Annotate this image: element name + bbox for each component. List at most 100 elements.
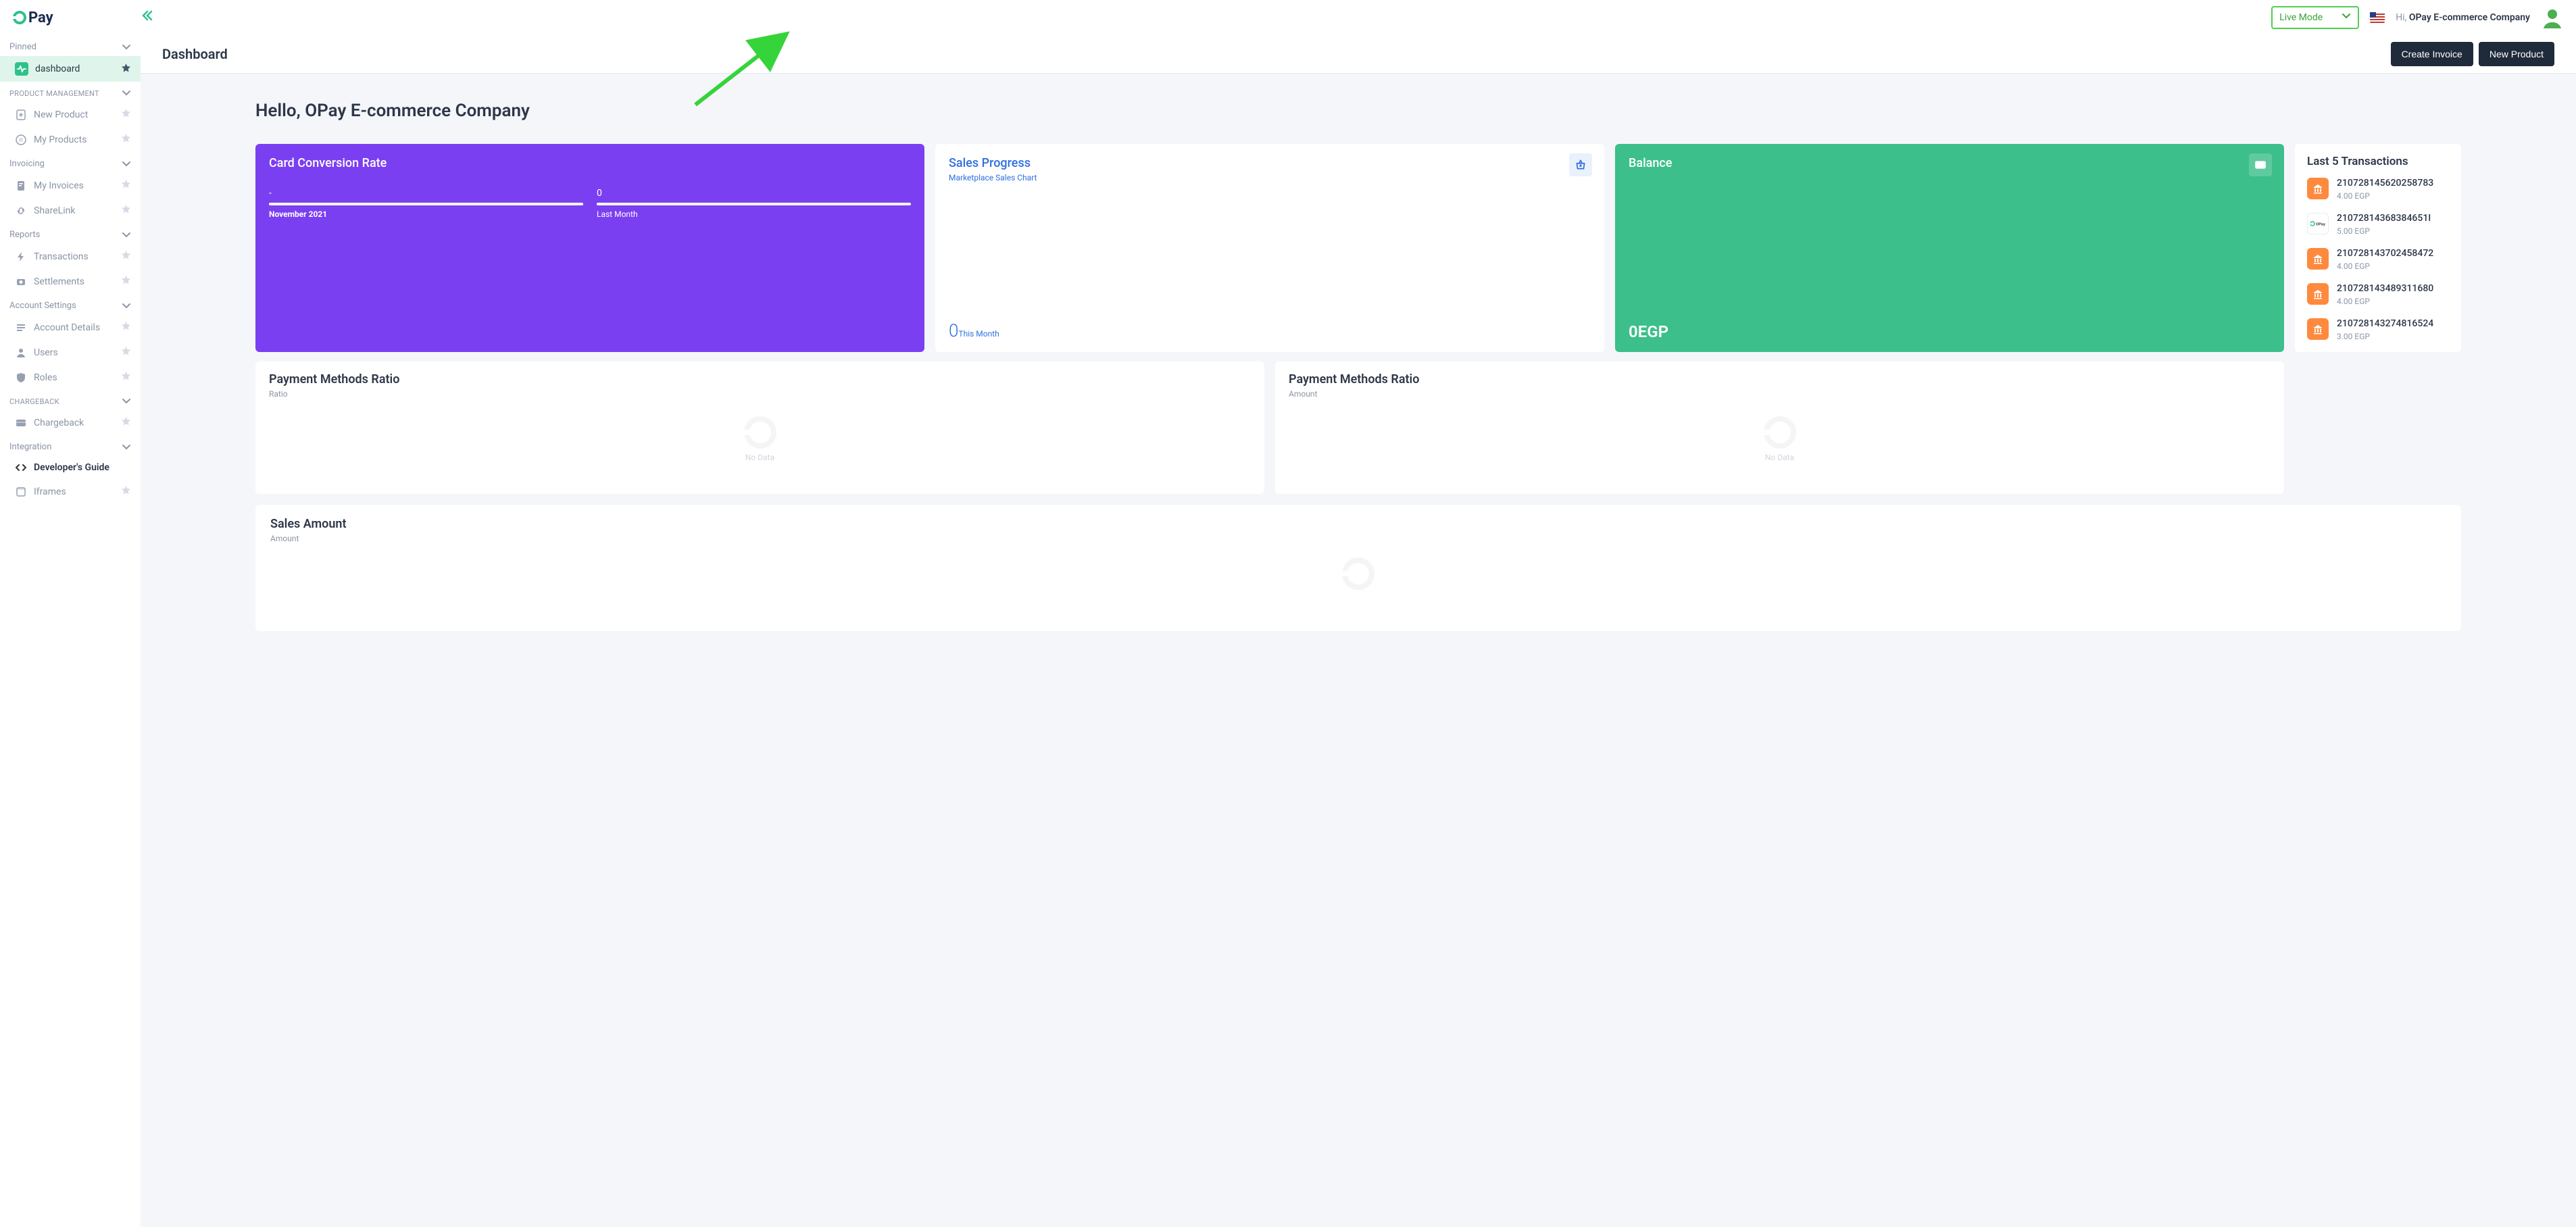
bank-icon bbox=[2307, 248, 2329, 270]
transaction-row[interactable]: 2107281437024584724.00 EGP bbox=[2307, 248, 2449, 271]
transaction-id: 210728143274816524 bbox=[2337, 318, 2433, 329]
chevron-down-icon bbox=[2342, 11, 2351, 24]
main: Dashboard Create Invoice New Product Hel… bbox=[141, 35, 2576, 1227]
user-icon bbox=[15, 347, 27, 358]
panel-title: Payment Methods Ratio bbox=[269, 372, 1251, 386]
transaction-id: 21072814368384651I bbox=[2337, 213, 2431, 224]
star-icon[interactable] bbox=[121, 63, 131, 76]
invoice-icon bbox=[15, 180, 27, 191]
mode-label: Live Mode bbox=[2279, 12, 2323, 23]
nodata-icon bbox=[1342, 557, 1374, 590]
star-icon[interactable] bbox=[121, 485, 131, 498]
hello-heading: Hello, OPay E-commerce Company bbox=[255, 101, 2461, 121]
locale-flag-icon[interactable] bbox=[2370, 12, 2385, 23]
nodata-icon bbox=[744, 416, 776, 449]
sidebar-item-iframes[interactable]: Iframes bbox=[0, 479, 141, 504]
transaction-amount: 3.00 EGP bbox=[2337, 332, 2433, 341]
transaction-amount: 4.00 EGP bbox=[2337, 297, 2433, 306]
transaction-row[interactable]: OPay 21072814368384651I 5.00 EGP bbox=[2307, 213, 2449, 236]
iframe-icon bbox=[15, 486, 27, 497]
sidebar-item-my-products[interactable]: My Products bbox=[0, 127, 141, 152]
mode-selector[interactable]: Live Mode bbox=[2271, 6, 2359, 29]
card-subtitle: Marketplace Sales Chart bbox=[949, 173, 1591, 182]
topbar: Pay Live Mode Hi, OPay E-commerce Compan… bbox=[0, 0, 2576, 35]
star-icon[interactable] bbox=[121, 179, 131, 192]
brand-logo: Pay bbox=[12, 9, 53, 26]
sidebar-section-invoicing[interactable]: Invoicing bbox=[0, 152, 141, 173]
transaction-amount: 5.00 EGP bbox=[2337, 226, 2431, 236]
page-title: Dashboard bbox=[162, 46, 228, 62]
sidebar-section-product-management[interactable]: PRODUCT MANAGEMENT bbox=[0, 82, 141, 102]
chevron-down-icon bbox=[122, 230, 131, 240]
bank-icon bbox=[2307, 178, 2329, 199]
star-icon[interactable] bbox=[121, 346, 131, 359]
sidebar-item-chargeback[interactable]: Chargeback bbox=[0, 410, 141, 435]
transaction-row[interactable]: 2107281434893116804.00 EGP bbox=[2307, 283, 2449, 306]
chevron-down-icon bbox=[122, 443, 131, 452]
chevron-down-icon bbox=[122, 89, 131, 98]
brand-text: Pay bbox=[28, 9, 53, 26]
sidebar-section-account-settings[interactable]: Account Settings bbox=[0, 294, 141, 315]
panel-title: Payment Methods Ratio bbox=[1289, 372, 2271, 386]
sidebar-item-sharelink[interactable]: ShareLink bbox=[0, 198, 141, 223]
panel-pm-amount: Payment Methods Ratio Amount No Data bbox=[1275, 361, 2284, 494]
bank-icon bbox=[2307, 318, 2329, 340]
balance-value: 0EGP bbox=[1629, 322, 1668, 341]
sidebar-section-integration[interactable]: Integration bbox=[0, 435, 141, 456]
panel-sales-amount: Sales Amount Amount bbox=[255, 505, 2461, 631]
chevron-down-icon bbox=[122, 397, 131, 406]
sidebar-item-users[interactable]: Users bbox=[0, 340, 141, 365]
create-invoice-button[interactable]: Create Invoice bbox=[2391, 42, 2473, 66]
star-icon[interactable] bbox=[121, 275, 131, 288]
sidebar-section-pinned[interactable]: Pinned bbox=[0, 35, 141, 56]
panel-pm-ratio: Payment Methods Ratio Ratio No Data bbox=[255, 361, 1264, 494]
new-product-icon bbox=[15, 109, 27, 120]
card-title: Sales Progress bbox=[949, 156, 1591, 170]
avatar[interactable] bbox=[2541, 6, 2564, 29]
logo-mark-icon bbox=[12, 10, 27, 25]
svg-text:OPay: OPay bbox=[2316, 223, 2326, 227]
star-icon[interactable] bbox=[121, 108, 131, 121]
star-icon[interactable] bbox=[121, 250, 131, 263]
star-icon[interactable] bbox=[121, 133, 131, 146]
shield-icon bbox=[15, 372, 27, 383]
page-header: Dashboard Create Invoice New Product bbox=[141, 35, 2576, 74]
sidebar-item-roles[interactable]: Roles bbox=[0, 365, 141, 390]
new-product-button[interactable]: New Product bbox=[2479, 42, 2554, 66]
card-title: Last 5 Transactions bbox=[2307, 155, 2449, 168]
user-greeting: Hi, OPay E-commerce Company bbox=[2396, 12, 2530, 23]
card-sales-progress: Sales Progress Marketplace Sales Chart 0… bbox=[935, 144, 1604, 352]
chevron-down-icon bbox=[122, 43, 131, 52]
star-icon[interactable] bbox=[121, 416, 131, 429]
bolt-icon bbox=[15, 251, 27, 262]
sidebar-section-chargeback[interactable]: CHARGEBACK bbox=[0, 390, 141, 410]
sidebar-collapse-button[interactable] bbox=[141, 10, 153, 25]
basket-icon bbox=[1569, 153, 1592, 176]
sidebar-item-dashboard[interactable]: dashboard bbox=[0, 56, 141, 82]
chevron-down-icon bbox=[122, 301, 131, 311]
sidebar-item-my-invoices[interactable]: My Invoices bbox=[0, 173, 141, 198]
sidebar-item-account-details[interactable]: Account Details bbox=[0, 315, 141, 340]
star-icon[interactable] bbox=[121, 371, 131, 384]
star-icon[interactable] bbox=[121, 321, 131, 334]
card-title: Card Conversion Rate bbox=[269, 156, 911, 170]
nodata-icon bbox=[1764, 416, 1796, 449]
chevron-down-icon bbox=[122, 159, 131, 169]
link-icon bbox=[15, 205, 27, 216]
card-conversion: Card Conversion Rate - November 2021 0 L… bbox=[255, 144, 924, 352]
transaction-amount: 4.00 EGP bbox=[2337, 261, 2433, 271]
sidebar-item-settlements[interactable]: Settlements bbox=[0, 269, 141, 294]
products-icon bbox=[15, 134, 27, 145]
star-icon[interactable] bbox=[121, 204, 131, 217]
transaction-row[interactable]: 210728143274816524 3.00 EGP bbox=[2307, 318, 2449, 341]
bank-icon bbox=[2307, 283, 2329, 305]
sidebar-item-transactions[interactable]: Transactions bbox=[0, 244, 141, 269]
wallet-icon bbox=[2249, 153, 2272, 176]
sidebar-item-developers-guide[interactable]: Developer's Guide bbox=[0, 456, 141, 479]
sidebar-section-reports[interactable]: Reports bbox=[0, 223, 141, 244]
sidebar-item-new-product[interactable]: New Product bbox=[0, 102, 141, 127]
transaction-row[interactable]: 2107281456202587834.00 EGP bbox=[2307, 178, 2449, 201]
pulse-icon bbox=[15, 62, 28, 76]
camera-icon bbox=[15, 276, 27, 287]
card-transactions: Last 5 Transactions 2107281456202587834.… bbox=[2295, 144, 2461, 352]
